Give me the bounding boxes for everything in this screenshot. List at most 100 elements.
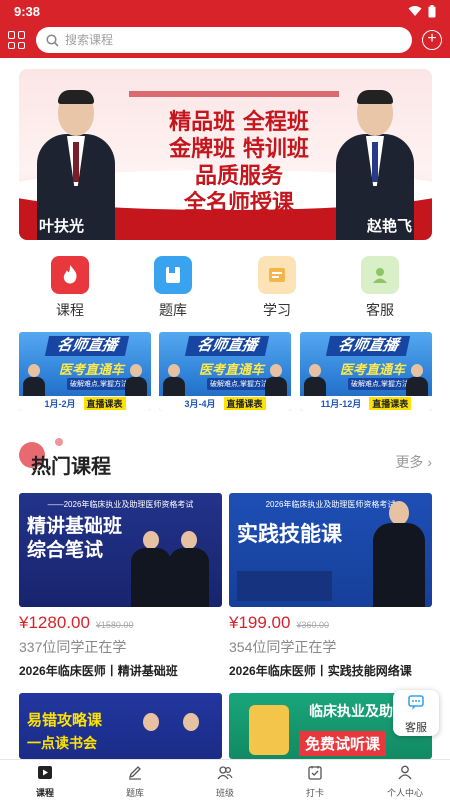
quick-nav-label: 客服 xyxy=(366,302,394,318)
study-icon xyxy=(258,256,296,294)
course-thumb-title: 实践技能课 xyxy=(237,523,342,546)
top-bar: 9:38 + xyxy=(0,0,450,58)
banner-line-3: 品质服务 xyxy=(194,163,283,189)
section-title: 热门课程 xyxy=(31,456,111,478)
promo-banner[interactable]: 精品班 全程班 金牌班 特训班 品质服务 全名师授课 叶扶光 赵艳飞 xyxy=(19,69,432,240)
header: + xyxy=(0,22,450,58)
category-grid-icon[interactable] xyxy=(8,31,26,49)
course-card[interactable]: ——2026年临床执业及助理医师资格考试 精讲基础班 综合笔试 ¥1280.00… xyxy=(19,493,222,679)
book-icon xyxy=(154,256,192,294)
course-thumb-caption: ——2026年临床执业及助理医师资格考试 xyxy=(47,500,194,509)
hot-courses-header: 热门课程 更多 › xyxy=(19,438,432,478)
live-card-footer: 3月-4月 直播课表 xyxy=(159,396,291,411)
service-icon xyxy=(361,256,399,294)
wifi-icon xyxy=(408,6,422,16)
live-card-range: 1月-2月 xyxy=(44,399,76,409)
quick-nav-question-bank[interactable]: 题库 xyxy=(138,256,208,320)
live-card-schedule: 直播课表 xyxy=(223,397,266,410)
live-card-footer: 11月-12月 直播课表 xyxy=(300,396,432,411)
tab-label: 课程 xyxy=(35,788,54,798)
quick-nav-service[interactable]: 客服 xyxy=(345,256,415,320)
tab-checkin[interactable]: 打卡 xyxy=(270,760,360,800)
teacher-avatar xyxy=(23,364,45,396)
course-thumb-title: 易错攻略课 xyxy=(27,712,103,729)
quick-nav-label: 学习 xyxy=(263,302,291,318)
status-icons xyxy=(408,4,436,18)
live-card-note: 破解难点,掌握方法 xyxy=(207,378,271,390)
search-input[interactable] xyxy=(65,33,402,47)
chat-headset-icon xyxy=(408,695,424,710)
live-card-subtitle: 医考直通车 xyxy=(59,362,125,377)
live-card-footer: 1月-2月 直播课表 xyxy=(19,396,151,411)
chevron-right-icon: › xyxy=(427,454,432,470)
course-card[interactable]: 易错攻略课 一点读书会 xyxy=(19,693,222,759)
course-thumb-schedule-box xyxy=(237,571,332,601)
quick-nav-label: 题库 xyxy=(159,302,187,318)
tab-label: 题库 xyxy=(125,788,144,798)
course-original-price: ¥1580.00 xyxy=(95,620,134,630)
live-card-note: 破解难点,掌握方法 xyxy=(67,378,131,390)
decor-dot xyxy=(55,438,63,446)
course-learners: 337位同学正在学 xyxy=(19,639,127,655)
add-button[interactable]: + xyxy=(422,30,442,50)
live-card-subtitle: 医考直通车 xyxy=(340,362,406,377)
quick-nav: 课程 题库 学习 客服 xyxy=(0,256,450,320)
tab-question-bank[interactable]: 题库 xyxy=(90,760,180,800)
banner-line-2: 金牌班 特训班 xyxy=(169,136,309,162)
more-link[interactable]: 更多 › xyxy=(395,452,432,472)
teacher-avatar xyxy=(406,364,428,396)
tab-class[interactable]: 班级 xyxy=(180,760,270,800)
app-root: 9:38 + 精品班 全程班 金牌班 特训班 品质服 xyxy=(0,0,450,800)
banner-text: 精品班 全程班 金牌班 特训班 品质服务 全名师授课 xyxy=(139,109,339,217)
tab-label: 班级 xyxy=(215,788,234,798)
course-price: ¥1280.00 xyxy=(19,613,90,632)
course-name: 2026年临床医师丨实践技能网络课 xyxy=(229,664,412,678)
status-bar: 9:38 xyxy=(0,0,450,22)
course-name: 2026年临床医师丨精讲基础班 xyxy=(19,664,178,678)
live-card-schedule: 直播课表 xyxy=(83,397,126,410)
live-card-schedule: 直播课表 xyxy=(369,397,412,410)
live-card-range: 3月-4月 xyxy=(184,399,216,409)
battery-icon xyxy=(428,4,436,17)
flame-icon xyxy=(51,256,89,294)
banner-right-name: 赵艳飞 xyxy=(366,217,412,235)
search-icon xyxy=(46,33,59,47)
course-thumbnail: 2026年临床执业及助理医师资格考试 实践技能课 xyxy=(229,493,432,607)
play-icon xyxy=(38,766,52,779)
live-card[interactable]: 名师直播 医考直通车 破解难点,掌握方法 11月-12月 直播课表 xyxy=(300,332,432,411)
status-time: 9:38 xyxy=(14,3,41,19)
banner-line-4: 全名师授课 xyxy=(183,190,294,216)
floating-service-button[interactable]: 客服 xyxy=(393,690,439,736)
course-thumb-subtitle: 免费试听课 xyxy=(299,731,387,756)
teacher-avatar xyxy=(304,364,326,396)
bottom-tab-bar: 课程 题库 班级 打卡 个人中心 xyxy=(0,759,450,800)
tab-profile[interactable]: 个人中心 xyxy=(360,760,450,800)
teacher-avatar xyxy=(265,364,287,396)
pencil-icon xyxy=(128,766,141,780)
course-original-price: ¥360.00 xyxy=(296,620,329,630)
quick-nav-label: 课程 xyxy=(56,302,84,318)
checkin-icon xyxy=(308,766,322,780)
banner-stripe xyxy=(129,91,339,97)
live-card-title: 名师直播 xyxy=(184,336,270,356)
more-label: 更多 xyxy=(395,454,424,470)
banner-line-1: 精品班 全程班 xyxy=(169,109,309,135)
live-card-subtitle: 医考直通车 xyxy=(199,362,265,377)
banner-left-name: 叶扶光 xyxy=(39,217,85,235)
live-card-title: 名师直播 xyxy=(325,336,411,356)
teacher-avatar xyxy=(125,364,147,396)
search-bar[interactable] xyxy=(36,27,412,53)
group-icon xyxy=(217,766,233,780)
quick-nav-courses[interactable]: 课程 xyxy=(35,256,105,320)
course-card[interactable]: 2026年临床执业及助理医师资格考试 实践技能课 ¥199.00 ¥360.00… xyxy=(229,493,432,679)
tab-label: 个人中心 xyxy=(386,788,423,798)
course-price: ¥199.00 xyxy=(229,613,291,632)
course-teacher-image xyxy=(369,501,429,607)
live-card[interactable]: 名师直播 医考直通车 破解难点,掌握方法 1月-2月 直播课表 xyxy=(19,332,151,411)
live-card[interactable]: 名师直播 医考直通车 破解难点,掌握方法 3月-4月 直播课表 xyxy=(159,332,291,411)
course-thumbnail: ——2026年临床执业及助理医师资格考试 精讲基础班 综合笔试 xyxy=(19,493,222,607)
quick-nav-study[interactable]: 学习 xyxy=(242,256,312,320)
tab-courses[interactable]: 课程 xyxy=(0,760,90,800)
course-teachers-image xyxy=(129,531,219,607)
live-card-note: 破解难点,掌握方法 xyxy=(348,378,412,390)
